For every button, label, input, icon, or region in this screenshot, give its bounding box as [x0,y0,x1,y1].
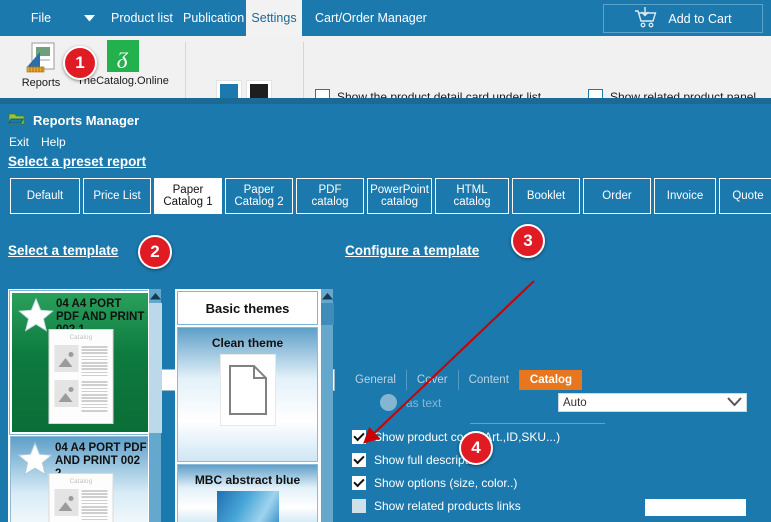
tab-powerpoint-catalog[interactable]: PowerPoint catalog [367,178,432,214]
template-thumbnail: Catalog [48,473,114,522]
theme-name: MBC abstract blue [194,473,301,487]
ribbon-toolbar: Reports ᵹ TheCatalog.Online Show the pro… [0,36,771,132]
template-thumbnail: Catalog [48,329,114,424]
catalog-online-icon: ᵹ [107,40,139,72]
scrollbar-thumb[interactable] [149,303,162,433]
template-card-2[interactable]: 04 A4 PORT PDF AND PRINT 002 2 Catalog [10,436,152,522]
radio-dot-icon [380,394,397,411]
menu-item-settings[interactable]: Settings [246,0,302,36]
tab-price-list[interactable]: Price List [83,178,151,214]
callout-4: 4 [459,431,493,465]
app-window: File Product list Publication Settings C… [0,0,771,522]
scroll-up-icon[interactable] [321,289,334,303]
config-tab-general[interactable]: General [345,370,407,390]
scroll-up-icon[interactable] [149,289,162,303]
scrollbar-thumb[interactable] [321,303,334,325]
text-input-field[interactable] [645,499,746,516]
auto-select-value: Auto [563,396,587,409]
tab-booklet[interactable]: Booklet [512,178,580,214]
checkbox-box [352,453,366,467]
callout-3: 3 [511,224,545,258]
configure-a-template-header: Configure a template [345,243,480,258]
option-label: Show related products links [374,499,521,513]
checkbox-box [352,476,366,490]
abstract-blue-icon [216,491,279,522]
tab-pdf-catalog[interactable]: PDF catalog [296,178,364,214]
menu-help[interactable]: Help [41,135,66,149]
thumbnail-caption: Catalog [69,335,93,341]
auto-select-dropdown[interactable]: Auto [558,393,747,412]
menu-item-file[interactable]: File [4,0,78,36]
theme-list-scrollbar[interactable] [320,289,334,522]
template-card-1[interactable]: 04 A4 PORT PDF AND PRINT 002 1 Catalog [9,290,153,435]
page-icon [219,354,276,426]
checkbox-box [352,499,366,513]
reports-manager-titlebar: Reports Manager [8,111,139,129]
reports-button-label: Reports [21,77,61,89]
cart-icon [634,6,658,31]
reports-manager-window: Reports Manager Exit Help Select a prese… [0,104,771,522]
theme-card-clean[interactable]: Clean theme [177,327,318,462]
option-show-related-products-links[interactable]: Show related products links [352,499,521,513]
ribbon-divider-2 [303,42,304,98]
thecatalog-online-label: TheCatalog.Online [77,75,169,87]
section-divider-top [470,423,605,424]
ribbon-divider-1 [185,42,186,98]
tab-invoice[interactable]: Invoice [654,178,716,214]
theme-card-mbc-abstract-blue[interactable]: MBC abstract blue [177,464,318,522]
tab-order[interactable]: Order [583,178,651,214]
config-tab-content[interactable]: Content [459,370,520,390]
checkbox-box [352,430,366,444]
option-show-product-code[interactable]: Show product code (Art.,ID,SKU...) [352,430,560,444]
menu-caret-icon[interactable] [78,0,100,36]
basic-themes-header: Basic themes [177,291,318,325]
tab-default[interactable]: Default [10,178,80,214]
theme-list-pane[interactable]: Basic themes Clean theme MBC abstract bl… [175,289,320,522]
tab-quote[interactable]: Quote [719,178,771,214]
configure-template-tabs: General Cover Content Catalog [345,370,583,390]
menu-item-publication[interactable]: Publication [172,0,255,36]
config-tab-cover[interactable]: Cover [407,370,459,390]
menu-exit[interactable]: Exit [9,135,29,149]
add-to-cart-button[interactable]: Add to Cart [603,4,763,33]
option-label: Show options (size, color..) [374,476,518,490]
template-list-scrollbar[interactable] [148,289,162,522]
reports-manager-title: Reports Manager [33,112,140,128]
select-preset-report-header: Select a preset report [8,154,147,169]
config-tab-catalog[interactable]: Catalog [519,370,583,390]
reports-icon [24,40,58,74]
callout-2: 2 [138,235,172,269]
reports-button[interactable]: Reports [12,40,70,100]
add-to-cart-label: Add to Cart [668,11,732,26]
option-show-options[interactable]: Show options (size, color..) [352,476,517,490]
as-text-label: as text [406,395,442,410]
tab-paper-catalog-2[interactable]: Paper Catalog 2 [225,178,293,214]
theme-name: Clean theme [211,336,284,350]
as-text-radio[interactable]: as text [380,394,441,411]
thumbnail-caption: Catalog [69,479,93,485]
tab-paper-catalog-1[interactable]: Paper Catalog 1 [154,178,222,214]
preset-report-tabs: Default Price List Paper Catalog 1 Paper… [10,178,771,214]
reports-window-icon [8,111,25,129]
template-list-pane[interactable]: 04 A4 PORT PDF AND PRINT 002 1 Catalog 0… [8,289,154,522]
select-a-template-header: Select a template [8,243,119,258]
reports-manager-menu: Exit Help [9,135,66,149]
chevron-down-icon [727,396,742,409]
tab-html-catalog[interactable]: HTML catalog [435,178,509,214]
menu-item-cart-order-manager[interactable]: Cart/Order Manager [304,0,438,36]
callout-1: 1 [63,46,97,80]
main-menu-bar: File Product list Publication Settings C… [0,0,771,36]
